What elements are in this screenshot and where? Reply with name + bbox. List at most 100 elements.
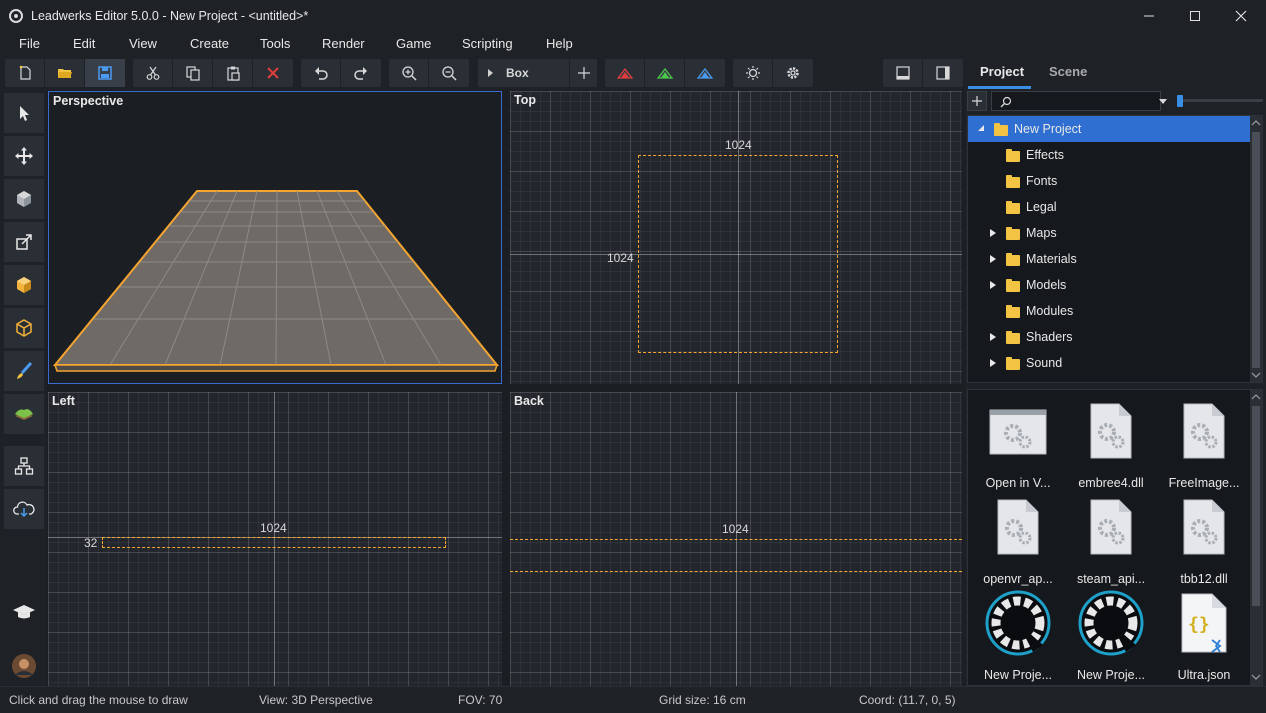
account-button[interactable] (4, 646, 44, 686)
tree-scrollbar[interactable] (1250, 116, 1262, 382)
tree-item-models[interactable]: Models (968, 272, 1250, 298)
tree-item-sound[interactable]: Sound (968, 350, 1250, 376)
download-button[interactable] (4, 489, 44, 529)
tree-item-legal[interactable]: Legal (968, 194, 1250, 220)
tree-item-fonts[interactable]: Fonts (968, 168, 1250, 194)
cut-icon (146, 66, 159, 80)
asset-item[interactable]: {} Ultra.json (1159, 593, 1249, 685)
asset-item[interactable]: openvr_ap... (973, 498, 1063, 590)
options-button[interactable] (773, 59, 813, 87)
perspective-viewport[interactable]: Perspective (48, 91, 502, 384)
tab-scene[interactable]: Scene (1049, 64, 1087, 79)
app-logo-icon (985, 590, 1051, 656)
add-primitive-button[interactable] (569, 59, 597, 87)
paint-tool-button[interactable] (4, 351, 44, 391)
align-green-icon (656, 68, 673, 79)
menu-tools[interactable]: Tools (260, 36, 290, 51)
move-tool-button[interactable] (4, 136, 44, 176)
collapsed-arrow-icon (990, 281, 996, 289)
new-file-button[interactable] (5, 59, 45, 87)
dll-file-icon (997, 499, 1039, 555)
menu-game[interactable]: Game (396, 36, 431, 51)
selection-outline-left (102, 537, 446, 548)
panel-view-button[interactable] (923, 59, 963, 87)
menu-help[interactable]: Help (546, 36, 573, 51)
close-icon (1235, 10, 1247, 21)
menu-render[interactable]: Render (322, 36, 365, 51)
tree-item-new-project[interactable]: New Project (968, 116, 1250, 142)
asset-item[interactable]: tbb12.dll (1159, 498, 1249, 590)
learn-button[interactable] (4, 592, 44, 632)
filter-dropdown[interactable] (1153, 91, 1173, 111)
align-z-button[interactable] (685, 59, 725, 87)
icon-size-slider[interactable] (1177, 99, 1263, 102)
add-folder-button[interactable] (967, 91, 987, 111)
tree-item-shaders[interactable]: Shaders (968, 324, 1250, 350)
menu-scripting[interactable]: Scripting (462, 36, 513, 51)
left-viewport[interactable]: 1024 32 Left (48, 392, 502, 686)
single-view-button[interactable] (883, 59, 923, 87)
tree-scrollbar-thumb[interactable] (1252, 132, 1260, 368)
menu-create[interactable]: Create (190, 36, 229, 51)
asset-scrollbar-thumb[interactable] (1252, 406, 1260, 606)
asset-item[interactable]: embree4.dll (1066, 402, 1156, 494)
graduation-cap-icon (13, 605, 35, 619)
lighting-button[interactable] (733, 59, 773, 87)
terrain-icon (15, 409, 33, 420)
tree-item-maps[interactable]: Maps (968, 220, 1250, 246)
asset-item[interactable]: Open in V... (973, 402, 1063, 494)
asset-item[interactable]: New Proje... (973, 590, 1063, 685)
selection-edge-top (510, 539, 962, 540)
search-input[interactable] (991, 91, 1161, 111)
save-button[interactable] (85, 59, 125, 87)
chevron-down-icon (1159, 98, 1167, 104)
tree-item-effects[interactable]: Effects (968, 142, 1250, 168)
tree-item-materials[interactable]: Materials (968, 246, 1250, 272)
top-viewport[interactable]: 1024 1024 Top (510, 91, 962, 384)
layout-group (883, 59, 963, 87)
maximize-button[interactable] (1172, 0, 1218, 31)
menu-edit[interactable]: Edit (73, 36, 95, 51)
copy-button[interactable] (173, 59, 213, 87)
terrain-tool-button[interactable] (4, 394, 44, 434)
hierarchy-icon (14, 457, 34, 475)
align-x-button[interactable] (605, 59, 645, 87)
asset-scrollbar[interactable] (1250, 390, 1262, 685)
select-tool-button[interactable] (4, 93, 44, 133)
close-button[interactable] (1218, 0, 1264, 31)
vertex-tool-button[interactable] (4, 308, 44, 348)
scroll-down-icon (1251, 674, 1261, 680)
box-tool-button[interactable] (4, 265, 44, 305)
dll-file-icon (1090, 499, 1132, 555)
menu-file[interactable]: File (19, 36, 40, 51)
icon-size-slider-thumb[interactable] (1177, 95, 1183, 107)
asset-item[interactable]: New Proje... (1066, 590, 1156, 685)
open-button[interactable] (45, 59, 85, 87)
zoom-out-icon (442, 66, 457, 81)
back-viewport[interactable]: 1024 Back (510, 392, 962, 686)
minimize-button[interactable] (1126, 0, 1172, 31)
redo-button[interactable] (341, 59, 381, 87)
align-y-button[interactable] (645, 59, 685, 87)
hierarchy-button[interactable] (4, 446, 44, 486)
tab-project[interactable]: Project (980, 64, 1024, 79)
zoom-in-button[interactable] (389, 59, 429, 87)
undo-button[interactable] (301, 59, 341, 87)
tree-item-modules[interactable]: Modules (968, 298, 1250, 324)
asset-item[interactable]: steam_api... (1066, 498, 1156, 590)
play-icon (488, 69, 493, 77)
asset-item[interactable]: FreeImage... (1159, 402, 1249, 494)
cut-button[interactable] (133, 59, 173, 87)
paste-icon (226, 66, 240, 81)
scale-tool-button[interactable] (4, 222, 44, 262)
dll-file-icon (1183, 499, 1225, 555)
settings-sun-icon (745, 66, 760, 80)
primitive-selector-label: Box (506, 66, 529, 80)
menu-view[interactable]: View (129, 36, 157, 51)
rotate-tool-button[interactable] (4, 179, 44, 219)
folder-icon (1006, 201, 1020, 214)
paste-button[interactable] (213, 59, 253, 87)
delete-button[interactable] (253, 59, 293, 87)
zoom-out-button[interactable] (429, 59, 469, 87)
primitive-selector[interactable]: Box (478, 59, 569, 87)
